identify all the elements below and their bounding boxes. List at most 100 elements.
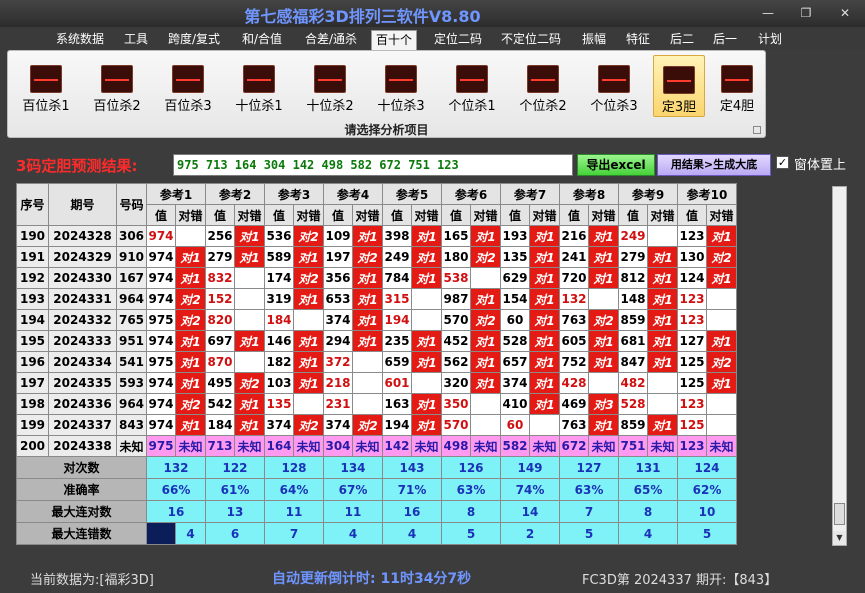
stat-value: 65% — [618, 478, 678, 501]
close-icon[interactable]: ✕ — [834, 5, 856, 21]
hit-cell — [234, 267, 265, 289]
value-cell: 256 — [205, 225, 235, 247]
value-cell: 249 — [382, 246, 412, 268]
value-cell: 987 — [441, 288, 471, 310]
menu-item[interactable]: 工具 — [120, 30, 152, 50]
ribbon-button[interactable]: 十位杀3 — [371, 55, 431, 117]
value-cell: 452 — [441, 330, 471, 352]
hit-cell: 对2 — [293, 414, 324, 436]
hit-cell — [647, 372, 678, 394]
stat-value: 11 — [264, 500, 324, 523]
stat-label: 最大连错数 — [16, 522, 147, 545]
export-excel-button[interactable]: 导出excel — [577, 154, 655, 176]
table-row[interactable]: 190 2024328 306 974 256 对1 536 对2 109 对1 398 对1 165 对… — [16, 225, 737, 247]
ribbon-button[interactable]: 十位杀1 — [229, 55, 289, 117]
ribbon-expand-icon[interactable] — [753, 126, 761, 134]
predicted-value: 751 — [618, 435, 648, 457]
value-cell: 194 — [382, 309, 412, 331]
ribbon-button[interactable]: 定4胆 — [711, 55, 763, 117]
hit-cell: 对2 — [352, 414, 383, 436]
value-cell: 279 — [618, 246, 648, 268]
value-cell: 154 — [500, 288, 530, 310]
subheader-hit: 对错 — [647, 204, 678, 226]
hit-cell: 对1 — [234, 246, 265, 268]
minimize-icon[interactable]: — — [757, 5, 779, 21]
stat-row: 最大连错数 4 6 7 4 4 5 2 5 4 5 — [16, 522, 737, 545]
ribbon-button[interactable]: 百位杀2 — [87, 55, 147, 117]
seq-cell: 193 — [16, 288, 49, 310]
scroll-down-icon[interactable]: ▼ — [833, 531, 846, 545]
hit-cell: 对1 — [234, 414, 265, 436]
hit-cell — [647, 225, 678, 247]
hit-cell: 对2 — [470, 246, 501, 268]
value-cell: 763 — [559, 309, 589, 331]
menu-item[interactable]: 后二 — [666, 30, 698, 50]
menu-item[interactable]: 百十个 — [371, 30, 418, 50]
ribbon-panel: 百位杀1 百位杀2 百位杀3 十位杀1 十位杀2 十位杀3 个位杀1 个位杀2 个位杀3 定3胆 定… — [7, 50, 766, 138]
menu-item[interactable]: 特征 — [622, 30, 654, 50]
ribbon-button[interactable]: 个位杀1 — [442, 55, 502, 117]
menu-item[interactable]: 定位二码 — [430, 30, 486, 50]
table-row[interactable]: 197 2024335 593 974 对1 495 对2 103 对1 218 601 320 对1 3… — [16, 372, 737, 394]
hit-cell: 对2 — [293, 267, 324, 289]
hit-cell — [470, 393, 501, 415]
value-cell: 784 — [382, 267, 412, 289]
ribbon-button[interactable]: 定3胆 — [653, 55, 705, 117]
table-row[interactable]: 198 2024336 964 974 对2 542 对1 135 231 163 对1 350 410… — [16, 393, 737, 415]
ontop-checkbox[interactable]: ✓ — [776, 156, 789, 169]
value-cell: 752 — [559, 351, 589, 373]
stat-value: 131 — [618, 456, 678, 479]
unknown-hit: 未知 — [647, 435, 678, 457]
period-cell: 2024329 — [48, 246, 117, 268]
table-row[interactable]: 199 2024337 843 974 对1 184 对1 374 对2 374 对2 194 对1 57… — [16, 414, 737, 436]
menu-item[interactable]: 系统数据 — [52, 30, 108, 50]
prediction-row[interactable]: 200 2024338 未知 975 未知 713 未知 164 未知 304 未知 142 未知 498… — [16, 435, 737, 457]
value-cell: 820 — [205, 309, 235, 331]
ribbon-button-label: 百位杀3 — [164, 99, 212, 114]
menu-item[interactable]: 计划 — [754, 30, 786, 50]
menu-item[interactable]: 后一 — [709, 30, 741, 50]
ribbon-button[interactable]: 百位杀3 — [158, 55, 218, 117]
stat-value: 5 — [677, 522, 737, 545]
generate-base-button[interactable]: 用结果>生成大底 — [657, 154, 771, 176]
menu-item[interactable]: 不定位二码 — [497, 30, 565, 50]
ribbon-button[interactable]: 个位杀3 — [584, 55, 644, 117]
table-row[interactable]: 195 2024333 951 974 对1 697 对1 146 对1 294 对1 235 对1 45… — [16, 330, 737, 352]
hit-cell — [529, 414, 560, 436]
menu-item[interactable]: 合差/通杀 — [301, 30, 361, 50]
number-cell: 964 — [116, 288, 147, 310]
value-cell: 410 — [500, 393, 530, 415]
hit-cell: 对1 — [470, 330, 501, 352]
table-scrollbar[interactable]: ▼ — [832, 186, 847, 546]
result-bar: 3码定胆预测结果: 975 713 164 304 142 498 582 67… — [0, 150, 865, 178]
ribbon-button[interactable]: 十位杀2 — [300, 55, 360, 117]
number-cell: 167 — [116, 267, 147, 289]
table-row[interactable]: 196 2024334 541 975 对1 870 182 对1 372 659 对1 562 对1 6… — [16, 351, 737, 373]
value-cell: 60 — [500, 309, 530, 331]
menu-item[interactable]: 振幅 — [578, 30, 610, 50]
table-row[interactable]: 194 2024332 765 975 对2 820 184 374 对1 194 570 对2 60 对… — [16, 309, 737, 331]
unknown-hit: 未知 — [293, 435, 324, 457]
table-row[interactable]: 191 2024329 910 974 对1 279 对1 589 对1 197 对2 249 对1 18… — [16, 246, 737, 268]
result-field[interactable]: 975 713 164 304 142 498 582 672 751 123 — [173, 154, 573, 176]
hit-cell: 对1 — [529, 351, 560, 373]
hit-cell — [352, 351, 383, 373]
table-row[interactable]: 193 2024331 964 974 对2 152 319 对1 653 对1 315 987 对1 1… — [16, 288, 737, 310]
value-cell: 605 — [559, 330, 589, 352]
hit-cell: 对1 — [234, 225, 265, 247]
hit-cell: 对1 — [175, 351, 206, 373]
ribbon-button[interactable]: 个位杀2 — [513, 55, 573, 117]
stat-value: 61% — [205, 478, 265, 501]
hit-cell: 对1 — [234, 330, 265, 352]
scroll-thumb[interactable] — [834, 503, 845, 525]
value-cell: 495 — [205, 372, 235, 394]
maximize-icon[interactable]: ❐ — [795, 5, 817, 21]
value-cell: 482 — [618, 372, 648, 394]
ribbon-button[interactable]: 百位杀1 — [16, 55, 76, 117]
table-row[interactable]: 192 2024330 167 974 对1 832 174 对2 356 对1 784 对1 538 6… — [16, 267, 737, 289]
hit-cell — [588, 372, 619, 394]
stat-value: 132 — [146, 456, 206, 479]
menu-item[interactable]: 跨度/复式 — [164, 30, 224, 50]
predicted-value: 498 — [441, 435, 471, 457]
menu-item[interactable]: 和/合值 — [238, 30, 286, 50]
